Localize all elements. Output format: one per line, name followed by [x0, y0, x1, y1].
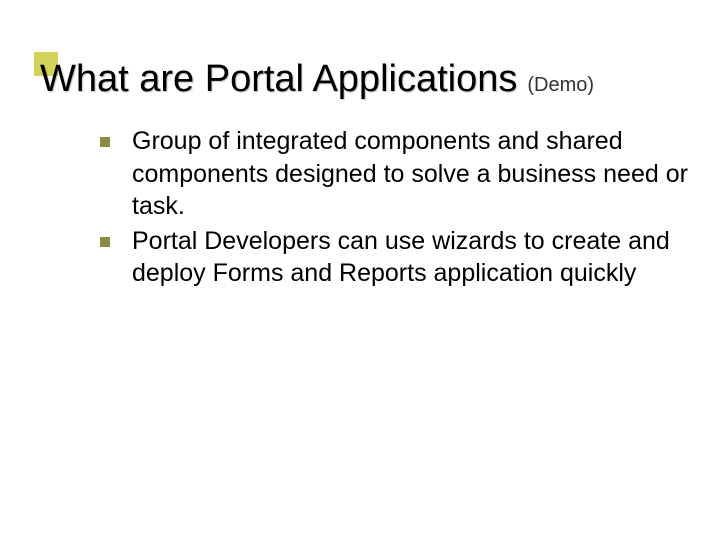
- bullet-square-icon: [100, 237, 110, 247]
- bullet-square-icon: [100, 137, 110, 147]
- bullet-text: Group of integrated components and share…: [132, 125, 690, 223]
- list-item: Portal Developers can use wizards to cre…: [100, 225, 690, 290]
- list-item: Group of integrated components and share…: [100, 125, 690, 223]
- slide-content: Group of integrated components and share…: [100, 125, 690, 292]
- slide-title-block: What are Portal Applications (Demo): [40, 58, 594, 101]
- slide-title-suffix: (Demo): [527, 74, 594, 97]
- title-line: What are Portal Applications (Demo): [40, 58, 594, 101]
- bullet-text: Portal Developers can use wizards to cre…: [132, 225, 690, 290]
- slide-title: What are Portal Applications: [40, 58, 517, 101]
